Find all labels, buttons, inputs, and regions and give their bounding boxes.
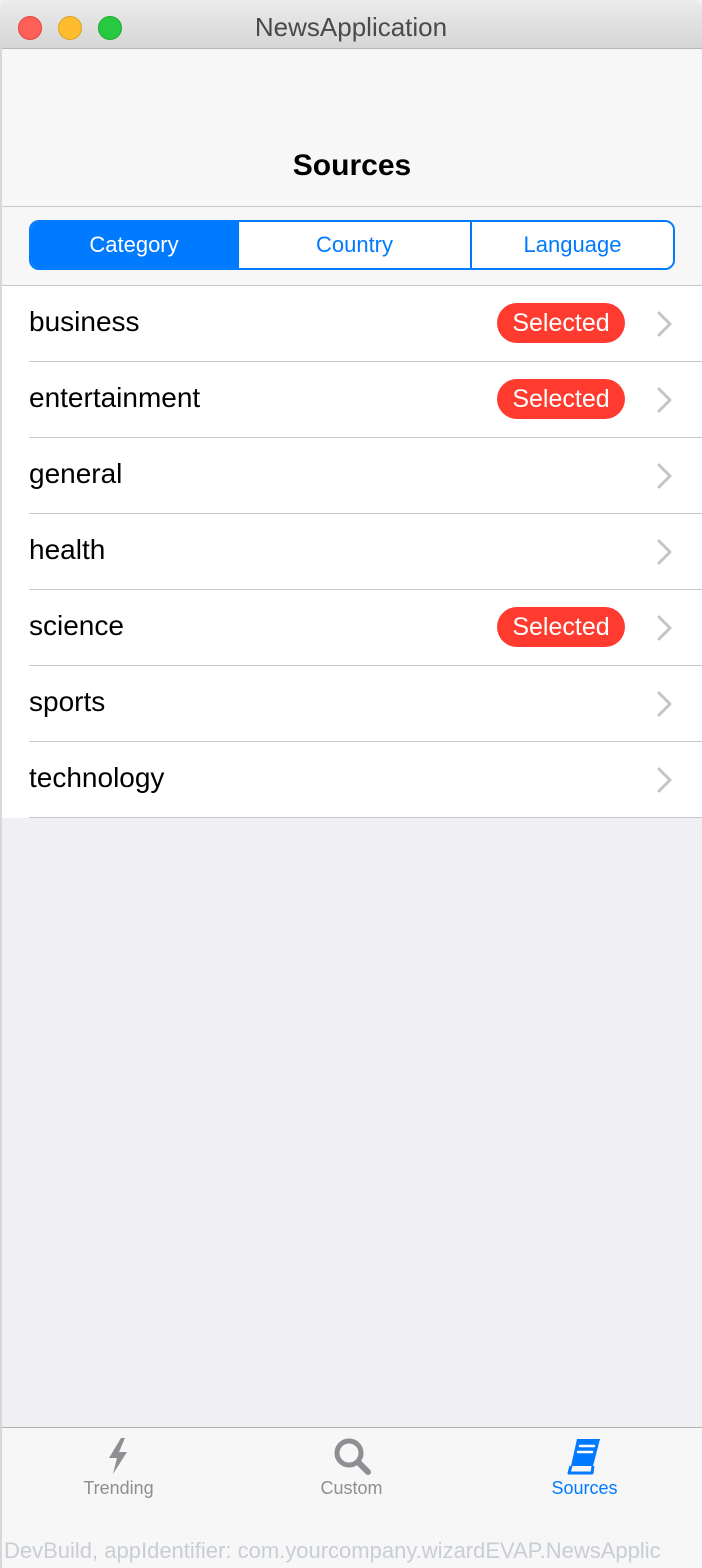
category-row-health[interactable]: health xyxy=(29,514,702,590)
navbar-divider xyxy=(2,206,702,207)
selected-badge: Selected xyxy=(497,303,625,343)
chevron-right-icon xyxy=(657,463,672,489)
chevron-right-icon xyxy=(657,615,672,641)
window-title: NewsApplication xyxy=(254,12,448,42)
chevron-right-icon xyxy=(657,767,672,793)
category-label: general xyxy=(29,458,123,489)
chevron-right-icon xyxy=(657,311,672,337)
tab-label: Trending xyxy=(83,1478,154,1498)
category-row-business[interactable]: business Selected xyxy=(29,286,702,362)
segment-category[interactable]: Category xyxy=(31,222,237,268)
category-label: business xyxy=(29,306,140,337)
tab-custom[interactable]: Custom xyxy=(235,1428,468,1528)
build-info-text: DevBuild, appIdentifier: com.yourcompany… xyxy=(4,1538,661,1563)
category-label: technology xyxy=(29,762,165,793)
tab-sources[interactable]: Sources xyxy=(468,1428,701,1528)
bolt-icon xyxy=(108,1438,127,1474)
selected-badge: Selected xyxy=(497,607,625,647)
category-row-entertainment[interactable]: entertainment Selected xyxy=(29,362,702,438)
segment-country[interactable]: Country xyxy=(237,222,470,268)
category-row-general[interactable]: general xyxy=(29,438,702,514)
search-icon xyxy=(334,1438,371,1475)
selected-badge: Selected xyxy=(497,379,625,419)
navigation-bar: Sources Category Country Language xyxy=(2,49,702,286)
category-label: entertainment xyxy=(29,382,201,413)
segment-language[interactable]: Language xyxy=(470,222,673,268)
tab-label: Custom xyxy=(320,1478,383,1498)
chevron-right-icon xyxy=(657,691,672,717)
page-title: Sources xyxy=(292,149,412,182)
book-icon xyxy=(567,1439,600,1475)
tab-trending[interactable]: Trending xyxy=(2,1428,235,1528)
category-row-technology[interactable]: technology xyxy=(29,742,702,818)
category-row-sports[interactable]: sports xyxy=(29,666,702,742)
tab-label: Sources xyxy=(551,1478,618,1498)
category-label: science xyxy=(29,610,124,641)
category-list: business Selected entertainment Selected… xyxy=(2,286,702,818)
category-label: sports xyxy=(29,686,106,717)
filter-segmented-control: Category Country Language xyxy=(29,220,675,270)
chevron-right-icon xyxy=(657,539,672,565)
category-label: health xyxy=(29,534,106,565)
category-row-science[interactable]: science Selected xyxy=(29,590,702,666)
app-window: NewsApplication Sources Category Country… xyxy=(0,0,702,1568)
chevron-right-icon xyxy=(657,387,672,413)
title-bar[interactable]: NewsApplication xyxy=(0,0,702,49)
